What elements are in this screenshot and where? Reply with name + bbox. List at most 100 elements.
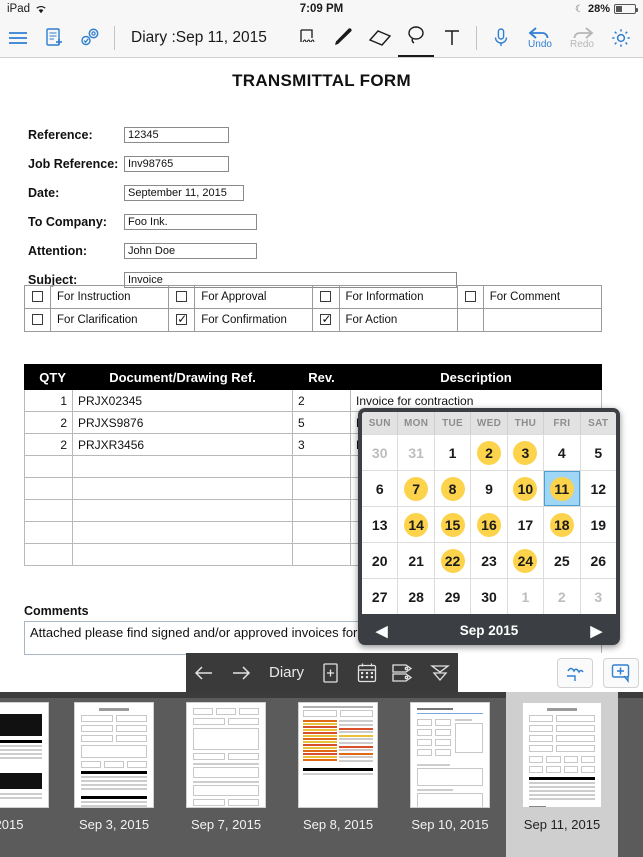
new-document-icon[interactable]	[36, 19, 72, 57]
handwriting-zoom-icon[interactable]	[557, 657, 593, 688]
calendar-day[interactable]: 22	[434, 542, 472, 578]
text-tool-icon[interactable]	[434, 19, 470, 57]
calendar-day[interactable]: 24	[507, 542, 545, 578]
calendar-day[interactable]: 25	[544, 542, 581, 578]
checkbox-for-information[interactable]	[312, 285, 340, 309]
day-number: 2	[557, 588, 566, 605]
forward-arrow-icon[interactable]	[223, 653, 260, 692]
calendar-day[interactable]: 13	[362, 506, 399, 542]
document-title: Diary :Sep 11, 2015	[131, 28, 267, 46]
toolbar-divider-1	[114, 25, 115, 50]
filter-icon[interactable]	[422, 653, 459, 692]
calendar-day[interactable]: 17	[507, 506, 545, 542]
calendar-icon[interactable]	[349, 653, 386, 692]
calendar-day[interactable]: 3	[507, 434, 545, 470]
page-thumbnail[interactable]	[186, 702, 266, 808]
day-header-mon: MON	[398, 412, 435, 434]
checkbox-for-instruction[interactable]	[23, 285, 52, 309]
tags-icon[interactable]	[385, 653, 422, 692]
thumbnail-caption: Sep 8, 2015	[302, 817, 374, 832]
back-arrow-icon[interactable]	[186, 653, 223, 692]
list-item[interactable]: Sep 10, 2015	[394, 692, 506, 857]
calendar-day[interactable]: 5	[580, 434, 616, 470]
calendar-day[interactable]: 27	[362, 578, 399, 614]
reference-input[interactable]: 12345	[124, 127, 229, 143]
page-thumbnail[interactable]	[0, 702, 49, 808]
checkbox-for-approval[interactable]	[168, 285, 196, 309]
calendar-day[interactable]: 3	[580, 578, 616, 614]
status-bar-right: ☾ 28%	[575, 3, 638, 15]
calendar-day[interactable]: 2	[544, 578, 581, 614]
calendar-week-row: 6 7 8 9 10 11 12	[362, 470, 616, 506]
selection-tool-icon[interactable]	[290, 19, 326, 57]
calendar-day[interactable]: 31	[398, 434, 435, 470]
attention-input[interactable]: John Doe	[124, 243, 257, 259]
calendar-day[interactable]: 8	[434, 470, 472, 506]
checkbox-empty[interactable]	[456, 308, 484, 332]
lasso-tool-icon[interactable]	[398, 19, 434, 57]
list-item[interactable]: 2015	[0, 692, 58, 857]
calendar-day[interactable]: 21	[398, 542, 435, 578]
toolbar-divider-2	[476, 25, 477, 50]
date-input[interactable]: September 11, 2015	[124, 185, 244, 201]
day-number: 17	[517, 516, 534, 533]
add-page-icon[interactable]	[312, 653, 349, 692]
checkbox-for-confirmation[interactable]	[168, 308, 196, 332]
calendar-day[interactable]: 4	[544, 434, 581, 470]
cell-qty	[24, 543, 73, 566]
calendar-day[interactable]: 10	[507, 470, 545, 506]
calendar-day[interactable]: 29	[434, 578, 472, 614]
day-number: 3	[513, 440, 538, 465]
page-thumbnail[interactable]	[410, 702, 490, 808]
calendar-day[interactable]: 14	[398, 506, 435, 542]
calendar-day[interactable]: 26	[580, 542, 616, 578]
list-item-active[interactable]: Sep 11, 2015	[506, 692, 618, 857]
page-title: TRANSMITTAL FORM	[232, 71, 411, 90]
calendar-day[interactable]: 9	[471, 470, 508, 506]
undo-button[interactable]: Undo	[519, 25, 561, 50]
calendar-day[interactable]: 19	[580, 506, 616, 542]
calendar-day[interactable]: 18	[544, 506, 581, 542]
column-header-qty: QTY	[24, 364, 73, 390]
list-item[interactable]: Sep 7, 2015	[170, 692, 282, 857]
to-company-input[interactable]: Foo Ink.	[124, 214, 257, 230]
page-thumbnail[interactable]	[74, 702, 154, 808]
calendar-day[interactable]: 1	[434, 434, 472, 470]
cell-ref	[72, 499, 293, 522]
calendar-day[interactable]: 30	[362, 434, 399, 470]
calendar-day[interactable]: 30	[471, 578, 508, 614]
previous-month-arrow-icon[interactable]: ◀	[376, 622, 388, 640]
page-thumbnail-filmstrip[interactable]: 2015 Sep 3, 2015	[0, 692, 643, 857]
calendar-day[interactable]: 28	[398, 578, 435, 614]
microphone-icon[interactable]	[483, 19, 519, 57]
job-reference-input[interactable]: Inv98765	[124, 156, 229, 172]
pen-tool-icon[interactable]	[326, 19, 362, 57]
calendar-day[interactable]: 16	[471, 506, 508, 542]
calendar-day[interactable]: 6	[362, 470, 399, 506]
next-month-arrow-icon[interactable]: ▶	[590, 622, 602, 640]
calendar-day[interactable]: 12	[580, 470, 616, 506]
calendar-day[interactable]: 7	[398, 470, 435, 506]
list-item[interactable]: Sep 3, 2015	[58, 692, 170, 857]
notebook-name-label[interactable]: Diary	[259, 664, 312, 681]
redo-button[interactable]: Redo	[561, 25, 603, 50]
field-row-to-company: To Company: Foo Ink.	[28, 210, 643, 234]
gear-icon[interactable]	[603, 19, 639, 57]
eraser-tool-icon[interactable]	[362, 19, 398, 57]
checkbox-for-clarification[interactable]	[23, 308, 52, 332]
calendar-day-selected[interactable]: 11	[544, 470, 581, 506]
calendar-day[interactable]: 1	[507, 578, 545, 614]
insert-snippet-icon[interactable]	[603, 657, 639, 688]
checkbox-for-action[interactable]	[312, 308, 340, 332]
sync-settings-icon[interactable]	[72, 19, 108, 57]
page-thumbnail-current[interactable]	[522, 702, 602, 808]
calendar-day[interactable]: 20	[362, 542, 399, 578]
page-thumbnail[interactable]	[298, 702, 378, 808]
calendar-day[interactable]: 15	[434, 506, 472, 542]
hamburger-menu-icon[interactable]	[0, 19, 36, 57]
calendar-day[interactable]: 23	[471, 542, 508, 578]
calendar-day[interactable]: 2	[471, 434, 508, 470]
cell-ref: PRJXR3456	[72, 433, 293, 456]
list-item[interactable]: Sep 8, 2015	[282, 692, 394, 857]
checkbox-for-comment[interactable]	[456, 285, 484, 309]
